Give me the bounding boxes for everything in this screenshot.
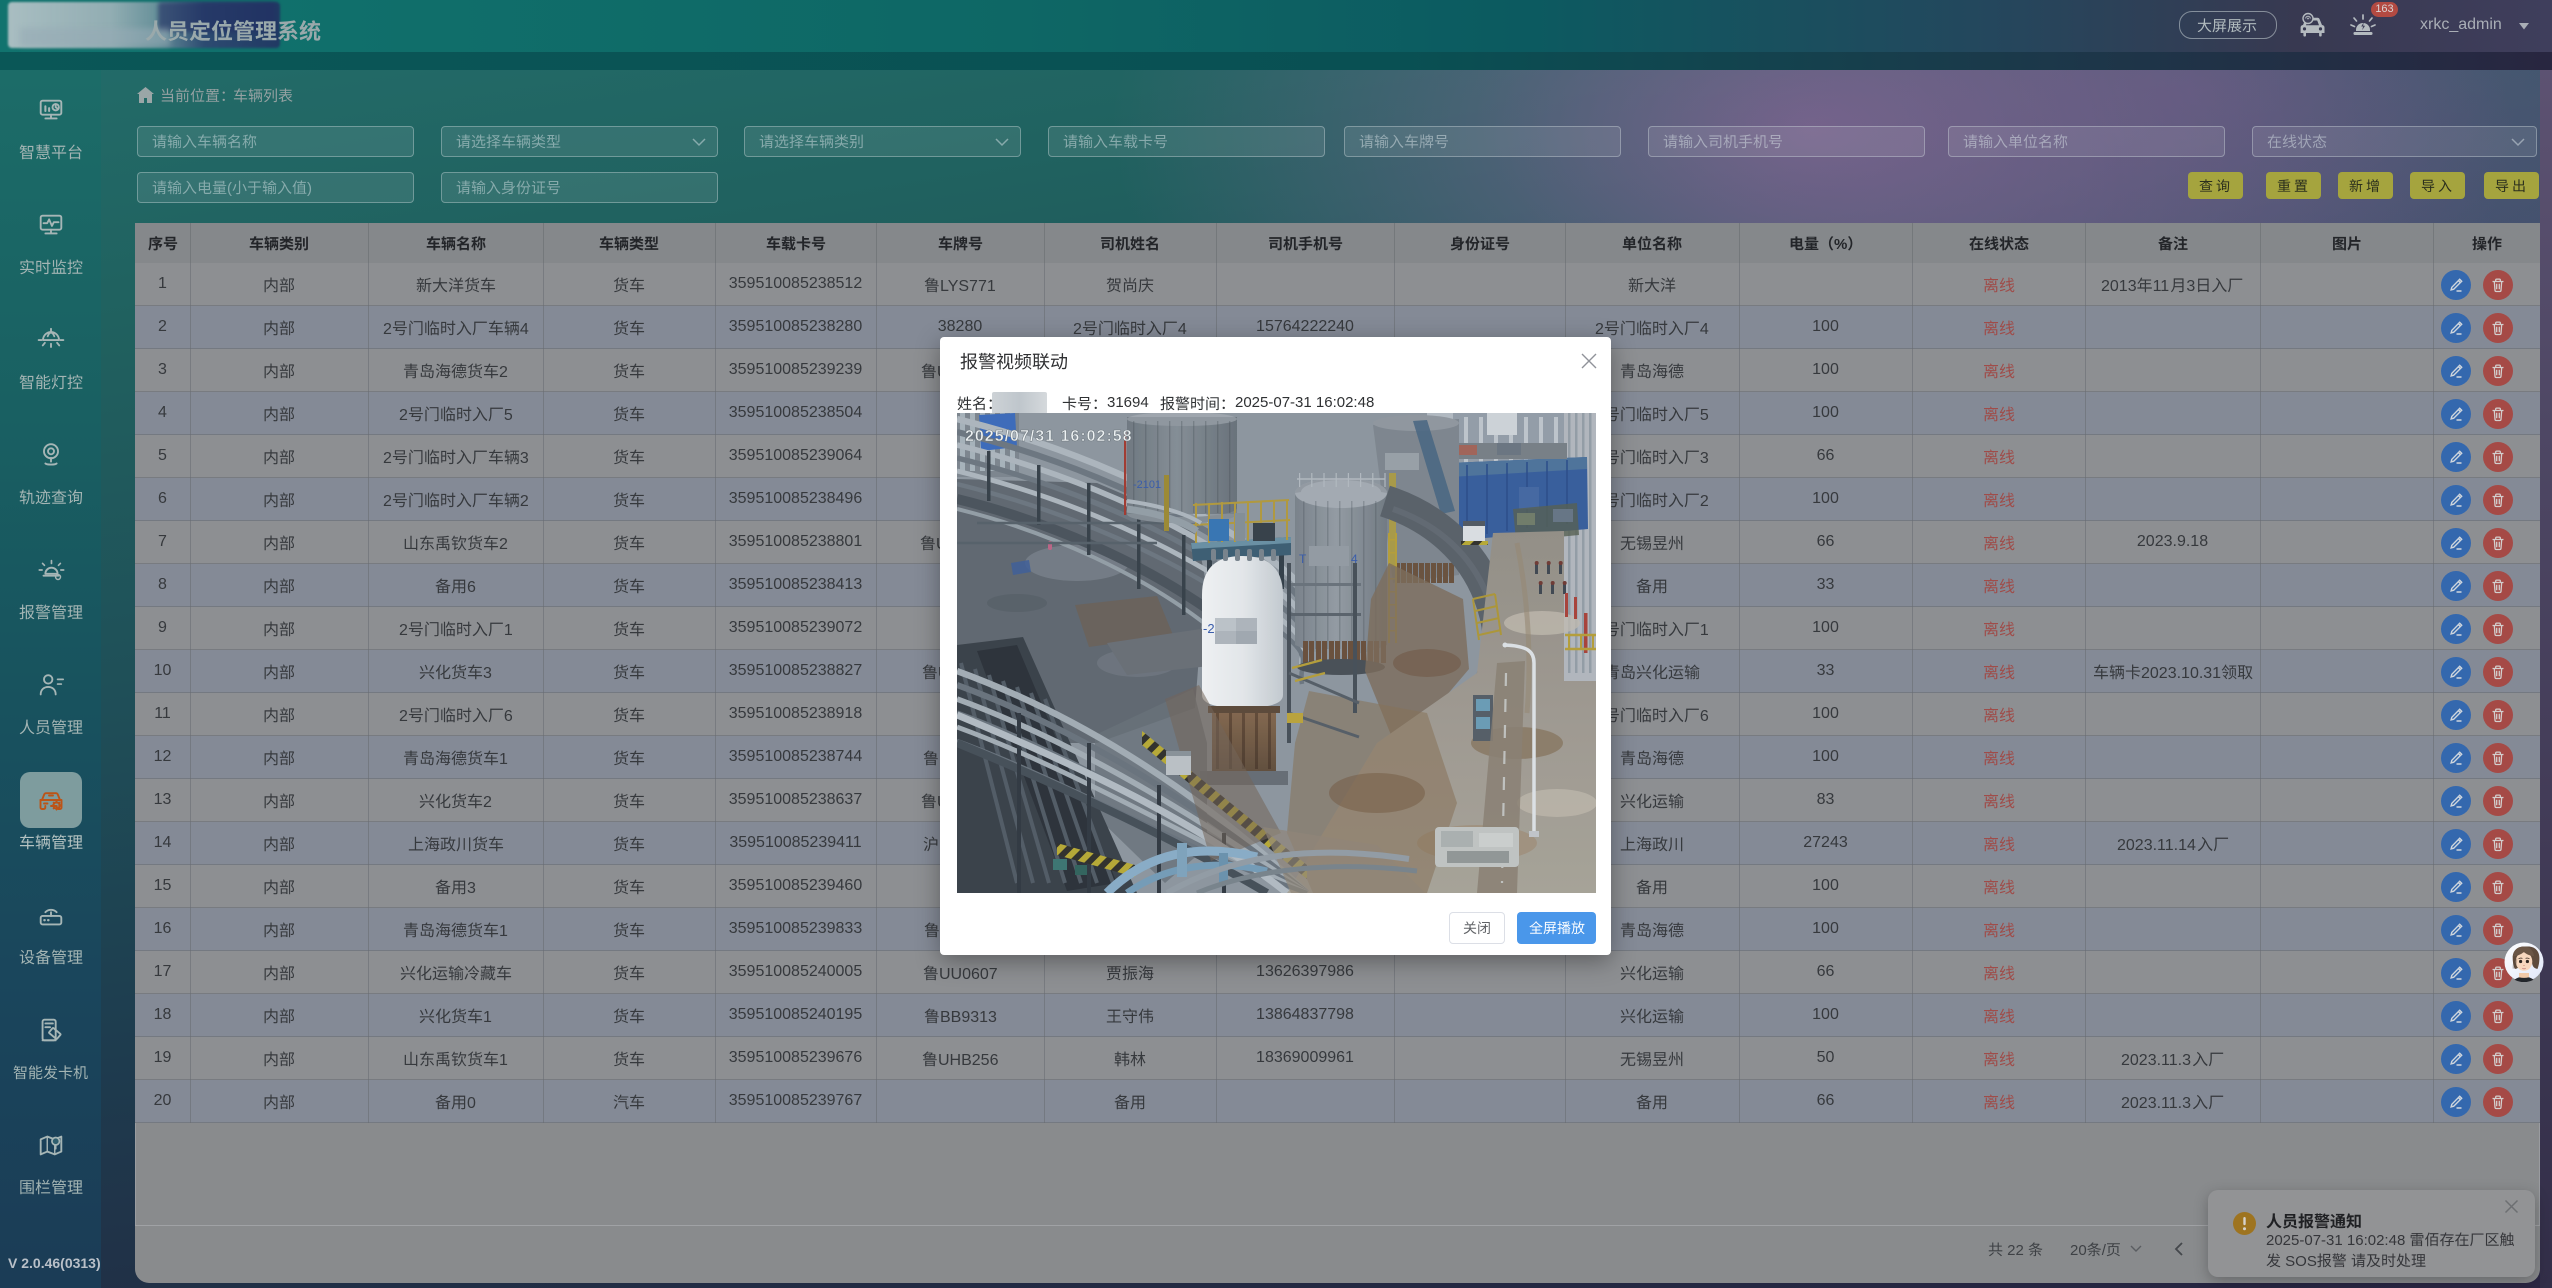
svg-text:1: 1	[483, 1009, 492, 1026]
svg-text:3: 3	[483, 665, 492, 682]
svg-text:4: 4	[1700, 321, 1709, 338]
svg-text:UHB256: UHB256	[938, 1052, 999, 1069]
svg-text:5: 5	[1700, 407, 1709, 424]
svg-text:2023.11.3: 2023.11.3	[2121, 1095, 2191, 1112]
svg-text:2: 2	[1073, 321, 1082, 338]
svg-text:2: 2	[383, 321, 392, 338]
svg-text:0: 0	[467, 1095, 476, 1112]
svg-text:V 2.0.46(0313): V 2.0.46(0313)	[8, 1255, 101, 1271]
svg-text:1: 1	[499, 751, 508, 768]
svg-text:2: 2	[499, 536, 508, 553]
svg-text:20: 20	[2070, 1242, 2087, 1259]
svg-text:3: 3	[2187, 278, 2196, 295]
svg-text:2: 2	[399, 407, 408, 424]
svg-text:UU0607: UU0607	[939, 966, 998, 983]
svg-text:): )	[307, 180, 312, 197]
svg-text:2023.11.3: 2023.11.3	[2121, 1052, 2191, 1069]
svg-text:2: 2	[399, 708, 408, 725]
svg-text:1: 1	[503, 622, 512, 639]
svg-text:2025/07/31 16:02:58: 2025/07/31 16:02:58	[965, 428, 1133, 445]
svg-text:BB9313: BB9313	[940, 1009, 997, 1026]
svg-text:22: 22	[2003, 1242, 2028, 1259]
svg-text:2: 2	[383, 493, 392, 510]
svg-text:2: 2	[519, 493, 528, 510]
svg-text:2: 2	[483, 794, 492, 811]
svg-text:5: 5	[503, 407, 512, 424]
svg-text:2013: 2013	[2101, 278, 2137, 295]
svg-text:3: 3	[467, 880, 476, 897]
svg-text:2: 2	[1700, 493, 1709, 510]
svg-text:3: 3	[1700, 450, 1709, 467]
svg-text:SOS: SOS	[2281, 1253, 2317, 1270]
svg-text:2023.11.14: 2023.11.14	[2117, 837, 2196, 854]
svg-text:%: %	[1834, 236, 1847, 253]
svg-text:4: 4	[519, 321, 528, 338]
svg-text:1: 1	[1700, 622, 1709, 639]
svg-text:2: 2	[1595, 321, 1604, 338]
svg-text:2: 2	[399, 622, 408, 639]
svg-text:2: 2	[383, 450, 392, 467]
svg-text:6: 6	[503, 708, 512, 725]
svg-text:/: /	[2102, 1242, 2107, 1259]
svg-text:2: 2	[499, 364, 508, 381]
svg-text:6: 6	[1700, 708, 1709, 725]
svg-text:6: 6	[467, 579, 476, 596]
svg-text:2025-07-31 16:02:48: 2025-07-31 16:02:48	[2266, 1232, 2409, 1249]
svg-text:1: 1	[499, 923, 508, 940]
svg-text:3: 3	[519, 450, 528, 467]
svg-text:(: (	[227, 180, 232, 197]
svg-text:11: 11	[2153, 278, 2170, 295]
svg-text:2023.10.31: 2023.10.31	[2141, 665, 2221, 682]
svg-text:LYS771: LYS771	[940, 278, 996, 295]
svg-text:4: 4	[1178, 321, 1187, 338]
svg-text:1: 1	[499, 1052, 508, 1069]
